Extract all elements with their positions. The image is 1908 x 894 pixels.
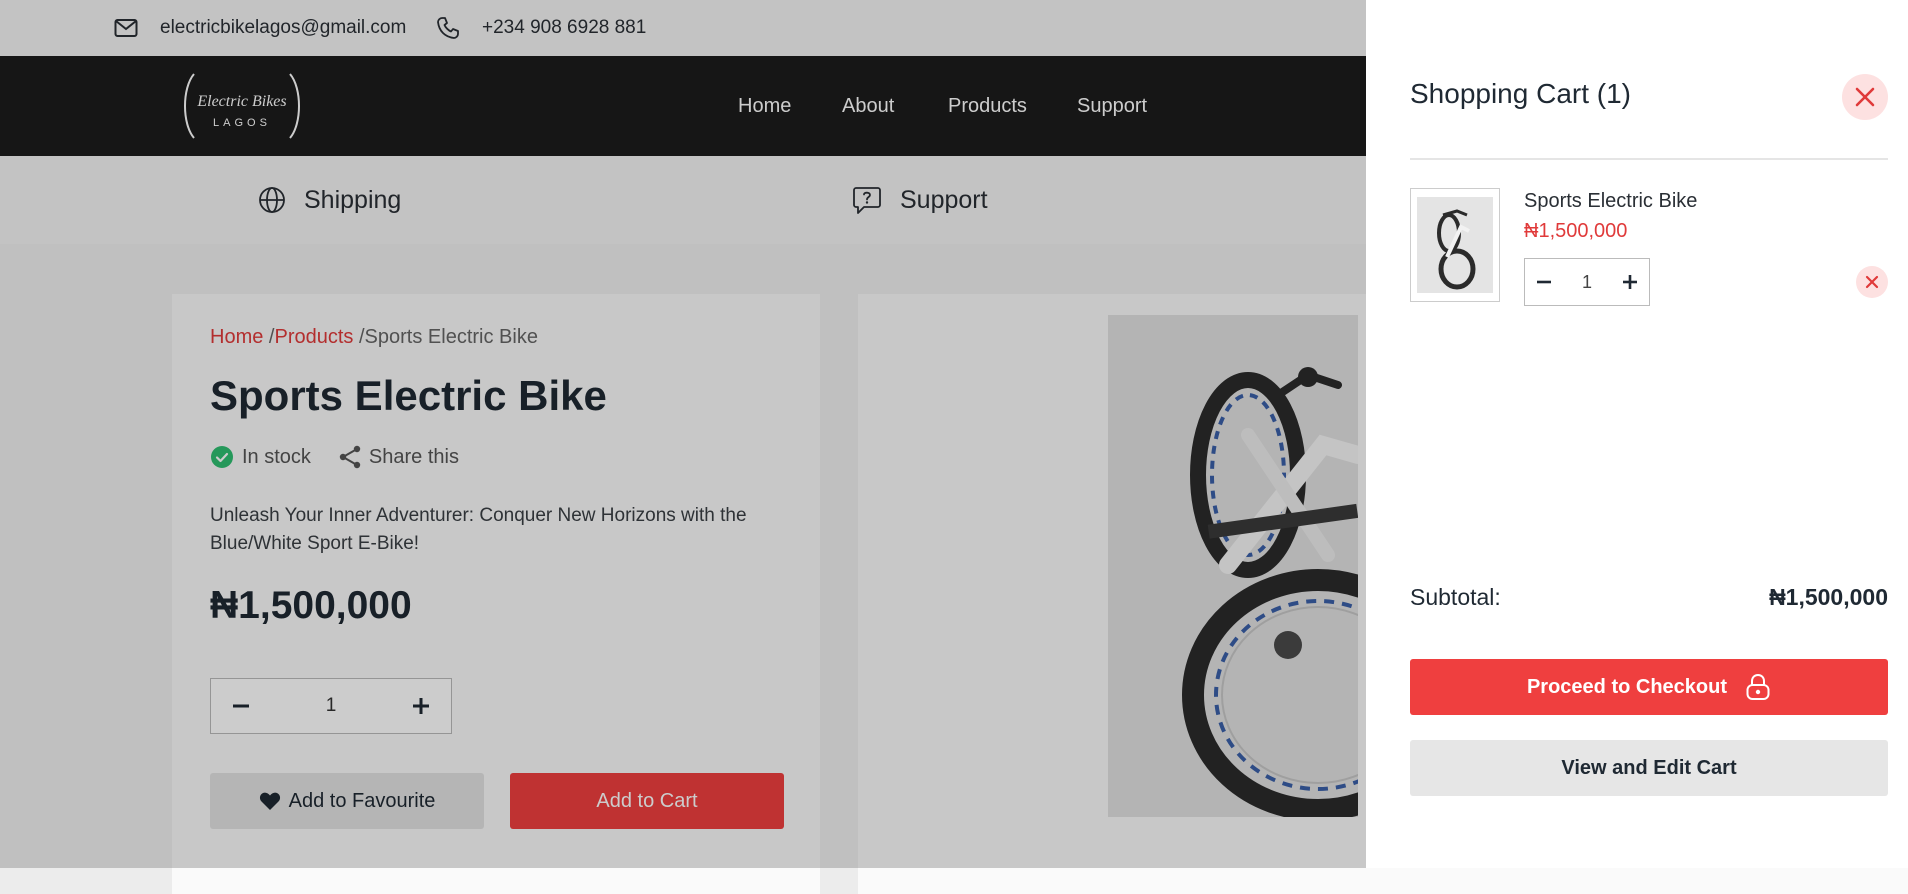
- cart-quantity-decrease-button[interactable]: [1525, 259, 1563, 305]
- close-cart-button[interactable]: [1842, 74, 1888, 120]
- cart-item-price: ₦1,500,000: [1524, 220, 1628, 242]
- bike-thumbnail-image: [1417, 197, 1493, 293]
- close-icon: [1855, 87, 1875, 107]
- plus-icon: [1622, 275, 1637, 289]
- close-icon: [1865, 275, 1879, 289]
- cart-item-thumbnail[interactable]: [1410, 188, 1500, 302]
- page-dim-overlay[interactable]: [0, 0, 1366, 868]
- cart-quantity-increase-button[interactable]: [1611, 259, 1649, 305]
- remove-cart-item-button[interactable]: [1856, 266, 1888, 298]
- lock-icon: [1746, 673, 1770, 700]
- minus-icon: [1537, 280, 1551, 284]
- subtotal-label: Subtotal:: [1410, 584, 1501, 610]
- proceed-to-checkout-button[interactable]: Proceed to Checkout: [1410, 659, 1888, 715]
- cart-divider: [1410, 158, 1888, 160]
- cart-item-name[interactable]: Sports Electric Bike: [1524, 190, 1697, 213]
- cart-drawer: Shopping Cart (1) Sports Electric Bike ₦…: [1366, 0, 1908, 868]
- cart-quantity-stepper: 1: [1524, 258, 1650, 306]
- cart-quantity-value[interactable]: 1: [1582, 272, 1592, 293]
- view-and-edit-cart-button[interactable]: View and Edit Cart: [1410, 740, 1888, 796]
- cart-title: Shopping Cart (1): [1410, 78, 1632, 109]
- subtotal-value: ₦1,500,000: [1769, 584, 1888, 610]
- checkout-label: Proceed to Checkout: [1526, 675, 1728, 698]
